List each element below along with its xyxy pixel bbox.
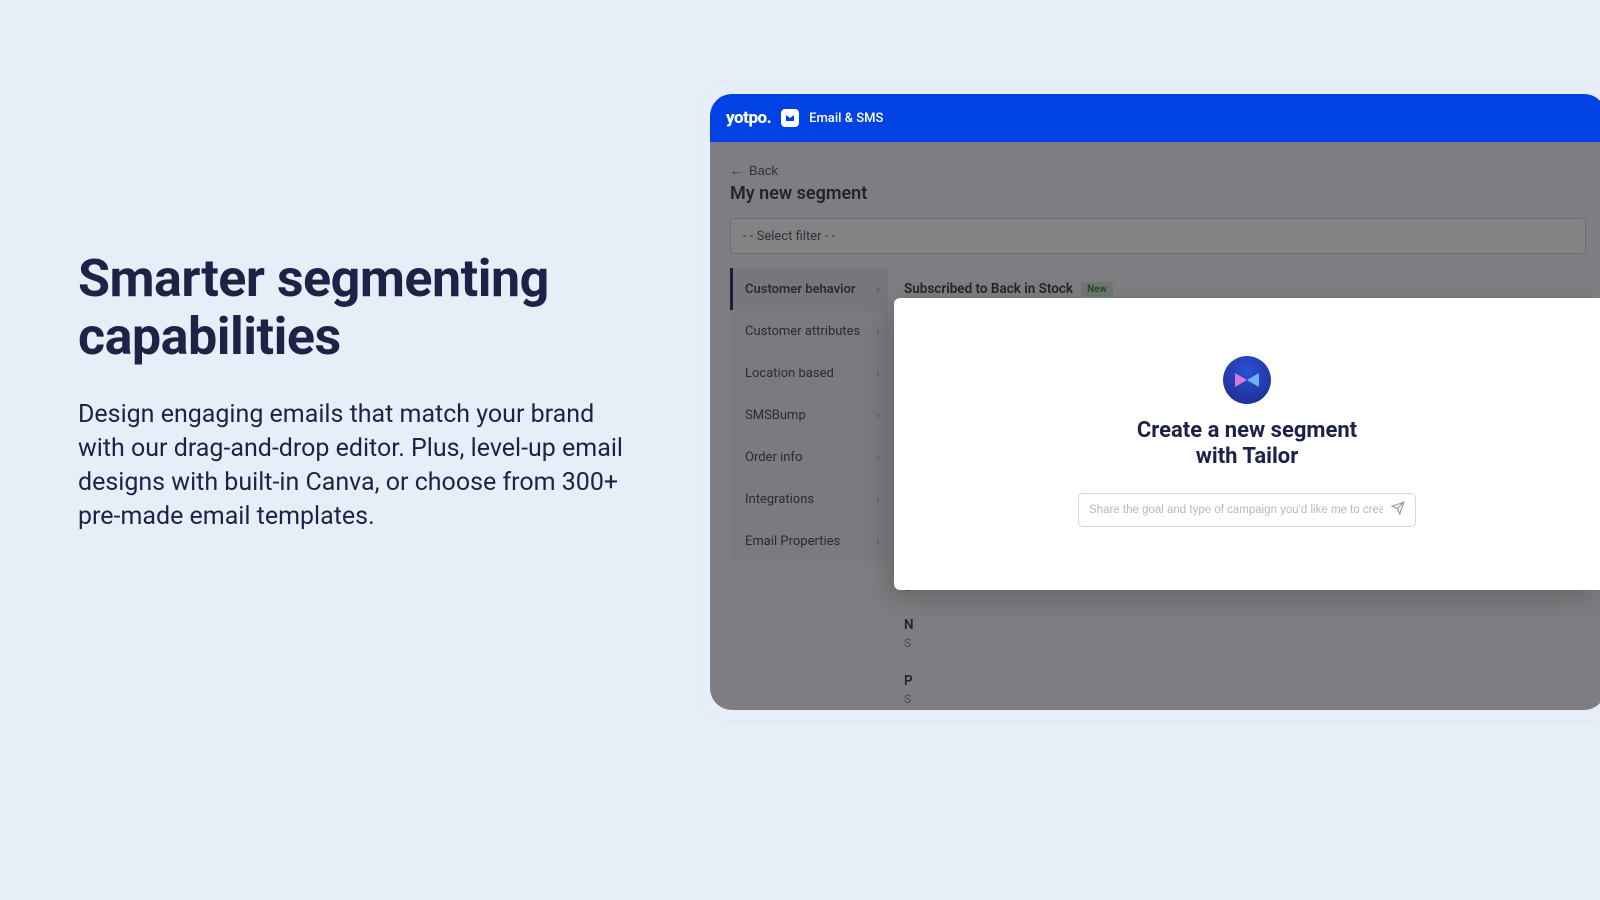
chevron-right-icon: › [876, 534, 880, 549]
filter-option-title: P [904, 673, 913, 689]
marketing-headline: Smarter segmenting capabilities [78, 250, 638, 366]
chevron-right-icon: › [876, 282, 880, 297]
category-sidebar: Customer behavior›Customer attributes›Lo… [730, 268, 888, 708]
tailor-modal: Create a new segment with Tailor [894, 298, 1600, 590]
send-icon [1391, 501, 1405, 518]
sidebar-item[interactable]: SMSBump › [730, 394, 888, 436]
chevron-right-icon: › [876, 492, 880, 507]
chevron-right-icon: › [876, 324, 880, 339]
sidebar-item[interactable]: Integrations › [730, 478, 888, 520]
prompt-input-wrap [1078, 493, 1416, 527]
chevron-right-icon: › [876, 366, 880, 381]
filter-option-title: Subscribed to Back in StockNew [904, 281, 1113, 297]
filter-option[interactable]: PS [904, 660, 1586, 708]
sidebar-item-label: Order info [745, 450, 802, 465]
sidebar-item-label: Customer attributes [745, 324, 860, 339]
filter-option-desc: S [904, 692, 1586, 706]
filter-option-title: N [904, 617, 914, 633]
chevron-right-icon: › [876, 450, 880, 465]
sidebar-item-label: Location based [745, 366, 834, 381]
sidebar-item-label: Customer behavior [745, 282, 856, 297]
marketing-body: Design engaging emails that match your b… [78, 398, 638, 533]
tailor-icon [1223, 356, 1271, 404]
send-button[interactable] [1391, 501, 1405, 518]
prompt-input[interactable] [1089, 504, 1383, 516]
new-badge: New [1081, 282, 1113, 297]
page-title: My new segment [730, 183, 1586, 204]
sidebar-item-label: Integrations [745, 492, 814, 507]
sidebar-item[interactable]: Location based › [730, 352, 888, 394]
filter-option-desc: S [904, 636, 1586, 650]
topbar: yotpo. Email & SMS [710, 94, 1600, 142]
modal-title-line2: with Tailor [1196, 444, 1299, 469]
chevron-right-icon: › [876, 408, 880, 423]
sidebar-item[interactable]: Customer attributes › [730, 310, 888, 352]
filter-placeholder: - - Select filter - - [743, 229, 835, 244]
filter-option[interactable]: NS [904, 604, 1586, 660]
logo-text: yotpo. [726, 108, 771, 128]
sidebar-item[interactable]: Customer behavior › [730, 268, 888, 310]
sidebar-item-label: Email Properties [745, 534, 840, 549]
product-icon [781, 109, 799, 127]
sidebar-item[interactable]: Order info › [730, 436, 888, 478]
product-name: Email & SMS [809, 111, 883, 126]
back-button[interactable]: ← Back [730, 163, 778, 178]
arrow-left-icon: ← [730, 163, 743, 178]
sidebar-item-label: SMSBump [745, 408, 806, 423]
sidebar-item[interactable]: Email Properties › [730, 520, 888, 562]
back-label: Back [749, 163, 778, 178]
modal-title: Create a new segment with Tailor [1137, 418, 1357, 471]
modal-title-line1: Create a new segment [1137, 418, 1357, 443]
marketing-copy: Smarter segmenting capabilities Design e… [78, 250, 638, 533]
filter-select[interactable]: - - Select filter - - [730, 218, 1586, 254]
